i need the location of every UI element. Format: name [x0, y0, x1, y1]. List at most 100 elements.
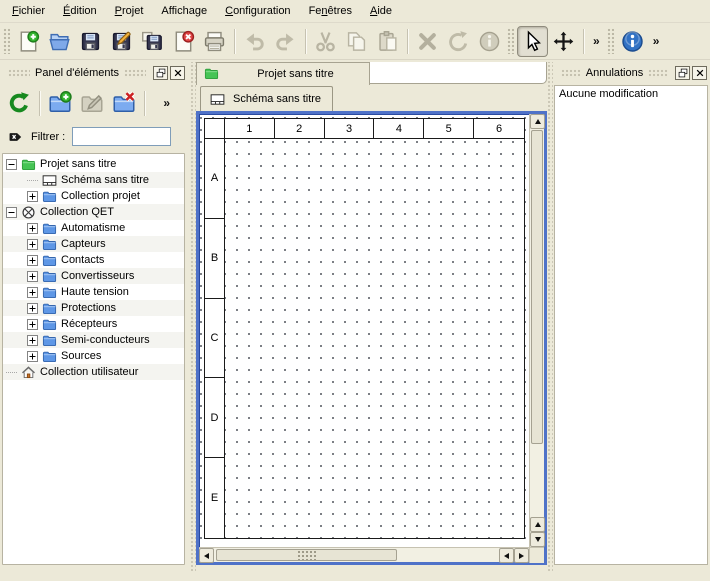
tree-item-recepteurs[interactable]: Récepteurs — [3, 316, 184, 332]
tabbar-empty-area — [370, 62, 547, 84]
vertical-scroll-trough[interactable] — [530, 129, 544, 517]
print-button[interactable] — [199, 26, 230, 57]
toolbar-drag-handle[interactable] — [507, 28, 514, 54]
expand-icon[interactable] — [27, 335, 38, 346]
collapse-icon[interactable] — [6, 159, 17, 170]
save-all-button[interactable] — [137, 26, 168, 57]
expand-icon[interactable] — [27, 223, 38, 234]
vertical-scrollbar[interactable] — [529, 114, 544, 547]
delete-icon — [416, 30, 439, 53]
grid-row-D: D — [205, 378, 224, 458]
clear-filter-icon[interactable] — [7, 130, 24, 144]
tree-item-collection-utilisateur[interactable]: Collection utilisateur — [3, 364, 184, 380]
expand-icon[interactable] — [27, 287, 38, 298]
toolbar-extension-chevron[interactable]: » — [158, 96, 175, 110]
scroll-right-button[interactable] — [514, 548, 529, 563]
elements-panel-titlebar[interactable]: Panel d'éléments — [0, 63, 188, 83]
tree-item-capteurs[interactable]: Capteurs — [3, 236, 184, 252]
tree-item-schema-sans-titre[interactable]: Schéma sans titre — [3, 172, 184, 188]
cut-button[interactable] — [310, 26, 341, 57]
tree-item-label: Sources — [61, 350, 101, 362]
close-panel-button[interactable] — [692, 66, 707, 80]
paste-icon — [376, 30, 399, 53]
copy-button[interactable] — [341, 26, 372, 57]
toolbar-drag-handle[interactable] — [3, 28, 10, 54]
open-document-button[interactable] — [44, 26, 75, 57]
paste-button[interactable] — [372, 26, 403, 57]
about-button[interactable] — [617, 26, 648, 57]
tree-item-projet-sans-titre[interactable]: Projet sans titre — [3, 156, 184, 172]
expand-icon[interactable] — [27, 303, 38, 314]
undo-icon — [243, 30, 266, 53]
undo-titlebar[interactable]: Annulations — [553, 63, 710, 83]
expand-icon[interactable] — [27, 191, 38, 202]
new-category-button[interactable] — [44, 87, 76, 119]
menu-projet[interactable]: Projet — [106, 0, 153, 22]
menu-edition[interactable]: Édition — [54, 0, 106, 22]
redo-button[interactable] — [270, 26, 301, 57]
horizontal-scrollbar[interactable] — [199, 548, 529, 562]
diagram-scene[interactable]: 123456 ABCDE — [199, 114, 529, 547]
rotate-button[interactable] — [443, 26, 474, 57]
toolbar-extension-chevron[interactable]: » — [648, 34, 665, 48]
reload-collections-button[interactable] — [3, 87, 35, 119]
expand-icon[interactable] — [27, 271, 38, 282]
vertical-scroll-thumb[interactable] — [531, 130, 543, 444]
menu-aide[interactable]: Aide — [361, 0, 401, 22]
tree-item-protections[interactable]: Protections — [3, 300, 184, 316]
expand-icon[interactable] — [27, 255, 38, 266]
tree-item-haute-tension[interactable]: Haute tension — [3, 284, 184, 300]
left-dock-splitter[interactable] — [189, 62, 196, 571]
filter-input[interactable] — [72, 127, 171, 146]
menu-affichage[interactable]: Affichage — [152, 0, 216, 22]
horizontal-scroll-thumb[interactable] — [216, 549, 397, 561]
save-button[interactable] — [75, 26, 106, 57]
expand-icon[interactable] — [27, 351, 38, 362]
scroll-up-button[interactable] — [530, 114, 545, 129]
tree-item-automatisme[interactable]: Automatisme — [3, 220, 184, 236]
float-panel-button[interactable] — [675, 66, 690, 80]
element-info-button[interactable] — [474, 26, 505, 57]
float-panel-button[interactable] — [153, 66, 168, 80]
tree-item-convertisseurs[interactable]: Convertisseurs — [3, 268, 184, 284]
new-document-button[interactable] — [13, 26, 44, 57]
delete-button[interactable] — [412, 26, 443, 57]
tree-item-collection-projet[interactable]: Collection projet — [3, 188, 184, 204]
expand-icon[interactable] — [27, 319, 38, 330]
expand-icon[interactable] — [27, 239, 38, 250]
toolbar-drag-handle[interactable] — [607, 28, 614, 54]
menu-fichier[interactable]: Fichier — [3, 0, 54, 22]
undo-button[interactable] — [239, 26, 270, 57]
delete-category-button[interactable] — [108, 87, 140, 119]
scroll-up-button-2[interactable] — [530, 517, 545, 532]
tree-item-label: Collection utilisateur — [40, 366, 138, 378]
grid-column-2: 2 — [275, 119, 325, 138]
horizontal-scroll-trough[interactable] — [214, 548, 499, 562]
column-headers: 123456 — [205, 119, 524, 139]
grid-row-B: B — [205, 219, 224, 299]
schema-tab[interactable]: Schéma sans titre — [200, 86, 333, 111]
undo-history-list[interactable]: Aucune modification — [554, 85, 708, 565]
tree-item-collection-qet[interactable]: Collection QET — [3, 204, 184, 220]
save-as-button[interactable] — [106, 26, 137, 57]
menu-configuration[interactable]: Configuration — [216, 0, 299, 22]
diagram-view: 123456 ABCDE — [196, 111, 547, 565]
tree-item-sources[interactable]: Sources — [3, 348, 184, 364]
toolbar-separator — [234, 29, 235, 54]
right-dock-splitter[interactable] — [546, 62, 553, 571]
scroll-down-button[interactable] — [530, 532, 545, 547]
toolbar-extension-chevron[interactable]: » — [588, 34, 605, 48]
scroll-left-button[interactable] — [199, 548, 214, 563]
edit-category-button[interactable] — [76, 87, 108, 119]
project-tab[interactable]: Projet sans titre — [196, 62, 370, 85]
collapse-icon[interactable] — [6, 207, 17, 218]
tree-item-contacts[interactable]: Contacts — [3, 252, 184, 268]
visualisation-mode-button[interactable] — [548, 26, 579, 57]
scroll-left-button-2[interactable] — [499, 548, 514, 563]
menu-fenetres[interactable]: Fenêtres — [300, 0, 361, 22]
selection-mode-button[interactable] — [517, 26, 548, 57]
tree-item-semi-conducteurs[interactable]: Semi-conducteurs — [3, 332, 184, 348]
print-icon — [203, 30, 226, 53]
close-panel-button[interactable] — [170, 66, 185, 80]
close-document-button[interactable] — [168, 26, 199, 57]
